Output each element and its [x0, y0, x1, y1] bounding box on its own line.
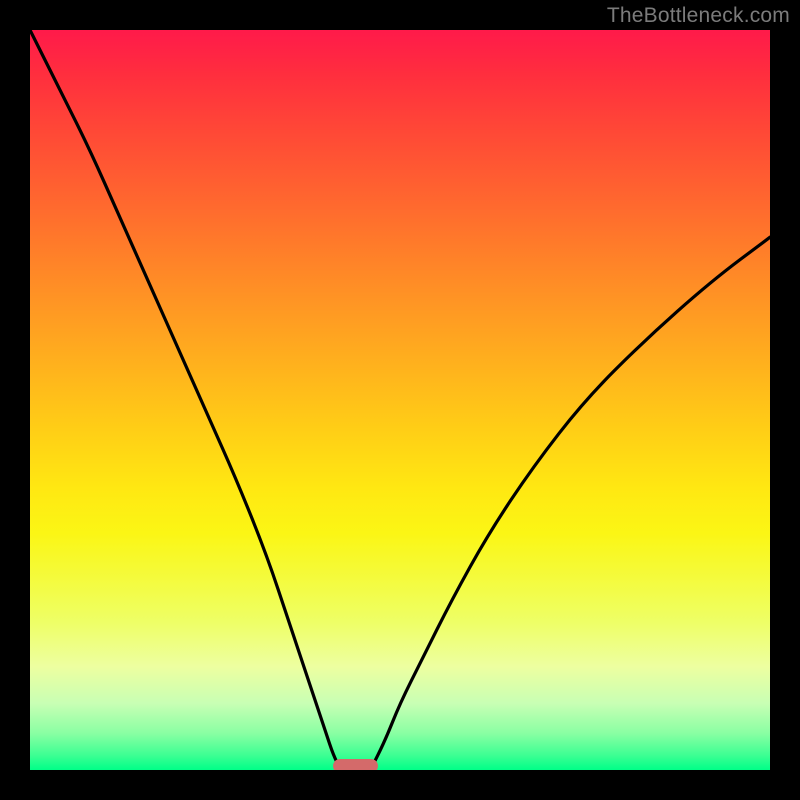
watermark-text: TheBottleneck.com [607, 4, 790, 28]
optimal-zone-marker [333, 759, 377, 770]
chart-plot-area [30, 30, 770, 770]
left-curve [30, 30, 341, 770]
chart-curves-svg [30, 30, 770, 770]
right-curve [370, 237, 770, 770]
